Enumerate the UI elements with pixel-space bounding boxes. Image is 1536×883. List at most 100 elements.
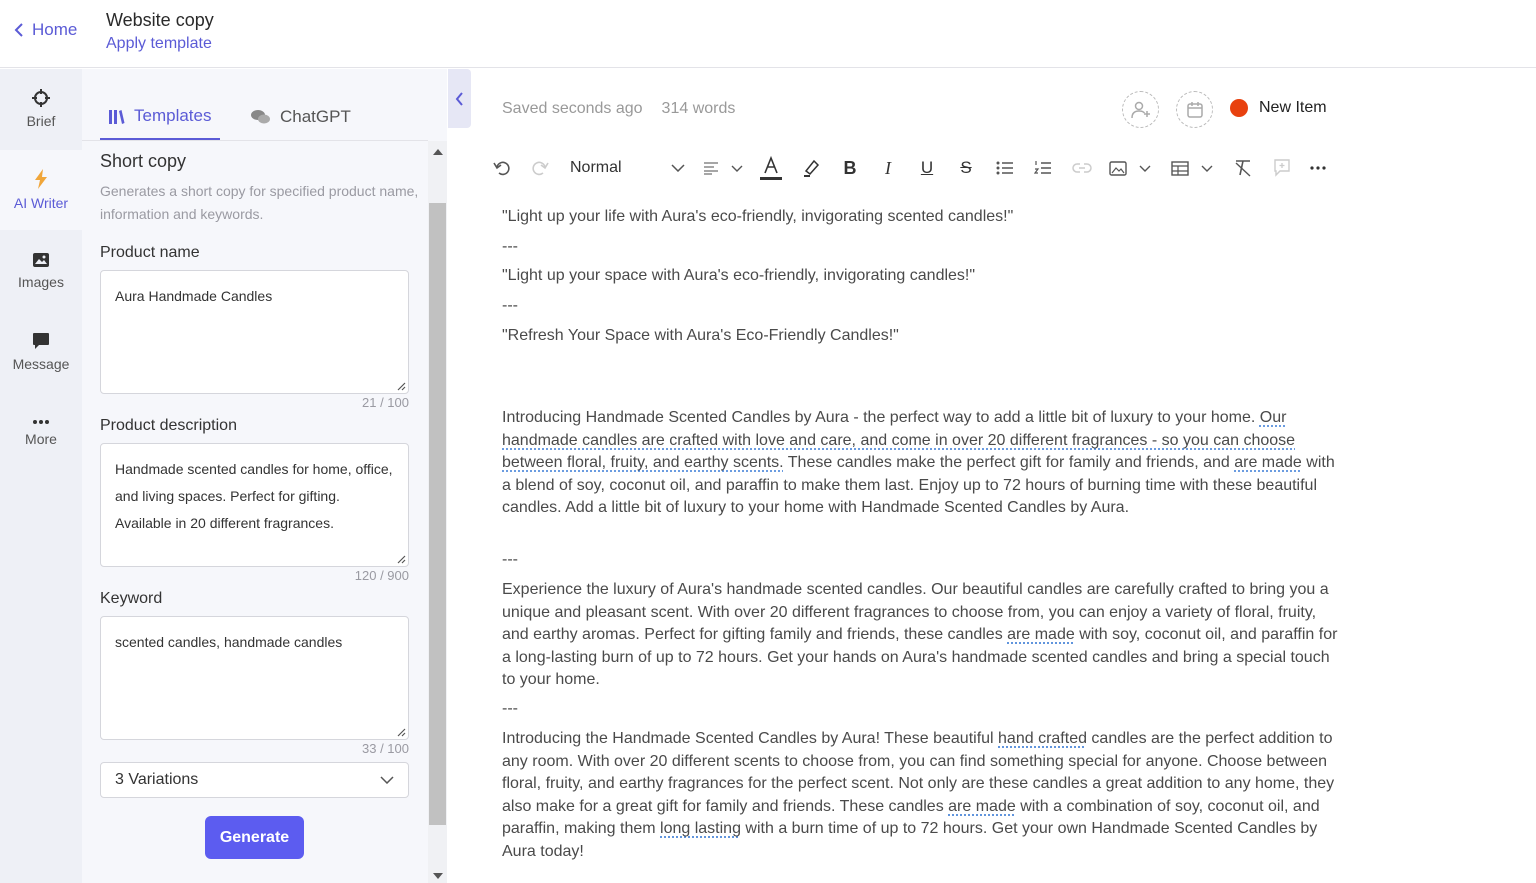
- rail-label: Images: [18, 274, 64, 290]
- keyword-label: Keyword: [100, 590, 163, 607]
- editor: Saved seconds ago 314 words New Item Nor…: [471, 69, 1536, 883]
- scroll-down-icon[interactable]: [433, 873, 443, 879]
- separator: ---: [502, 238, 518, 255]
- ellipsis-icon: [33, 420, 49, 424]
- resize-handle-icon[interactable]: [396, 381, 406, 391]
- font-color-icon: [760, 155, 782, 180]
- add-user-icon: [1130, 101, 1150, 118]
- image-icon: [1109, 160, 1127, 176]
- bold-icon: B: [843, 157, 857, 178]
- product-description-counter: 120 / 900: [354, 568, 409, 583]
- more-icon: [1310, 166, 1326, 170]
- chevron-left-icon: [455, 91, 463, 106]
- document-title: Website copy: [106, 10, 214, 30]
- table-icon: [1171, 160, 1189, 176]
- headline-2: "Light up your space with Aura's eco-fri…: [502, 267, 976, 284]
- home-label: Home: [32, 20, 78, 39]
- panel-scrollbar[interactable]: [428, 141, 447, 883]
- undo-button[interactable]: [491, 153, 513, 183]
- generate-button[interactable]: Generate: [205, 816, 304, 859]
- rail-label: AI Writer: [13, 195, 69, 211]
- word-count: 314 words: [661, 100, 736, 117]
- bullet-list-icon: [996, 161, 1013, 175]
- image-icon: [33, 253, 49, 267]
- italic-icon: I: [885, 157, 891, 178]
- variations-select[interactable]: 3 Variations: [100, 762, 409, 798]
- calendar-icon: [1186, 101, 1203, 118]
- insert-image-button[interactable]: [1109, 153, 1151, 183]
- underline-icon: U: [920, 158, 934, 177]
- highlight-button[interactable]: [799, 153, 823, 183]
- highlighter-icon: [804, 159, 820, 177]
- strikethrough-button[interactable]: S: [954, 153, 978, 183]
- scroll-up-icon[interactable]: [433, 149, 443, 155]
- product-name-label: Product name: [100, 244, 200, 261]
- variations-value: 3 Variations: [115, 771, 199, 788]
- keyword-counter: 33 / 100: [362, 741, 409, 756]
- tab-label: ChatGPT: [280, 107, 351, 126]
- chevron-down-icon: [380, 776, 394, 784]
- insert-table-button[interactable]: [1171, 153, 1213, 183]
- underline-button[interactable]: U: [915, 153, 939, 183]
- apply-template-link[interactable]: Apply template: [106, 35, 212, 53]
- chevron-down-icon: [671, 164, 685, 172]
- editor-toolbar: Normal B I U S: [491, 153, 1331, 183]
- link-icon: [1072, 163, 1092, 173]
- icon-rail: Brief AI Writer Images Message More: [0, 69, 82, 883]
- product-description-value: Handmade scented candles for home, offic…: [115, 461, 393, 531]
- chevron-left-icon: [14, 23, 23, 37]
- product-name-counter: 21 / 100: [362, 395, 409, 410]
- keyword-input[interactable]: scented candles, handmade candles: [100, 616, 409, 740]
- undo-icon: [493, 161, 510, 176]
- link-button[interactable]: [1070, 153, 1094, 183]
- collapse-panel-button[interactable]: [448, 69, 471, 128]
- tab-chatgpt[interactable]: ChatGPT: [250, 102, 351, 140]
- template-title: Short copy: [100, 151, 187, 171]
- product-description-input[interactable]: Handmade scented candles for home, offic…: [100, 443, 409, 567]
- template-description: Generates a short copy for specified pro…: [100, 183, 419, 222]
- paragraph-3: Introducing the Handmade Scented Candles…: [502, 730, 1335, 860]
- bullet-list-button[interactable]: [993, 153, 1017, 183]
- numbered-list-button[interactable]: [1031, 153, 1055, 183]
- align-icon: [704, 162, 718, 175]
- add-collaborator-button[interactable]: [1122, 91, 1159, 128]
- editor-meta: Saved seconds ago 314 words: [502, 100, 735, 118]
- crosshair-icon: [32, 89, 50, 107]
- rail-item-more[interactable]: More: [0, 393, 82, 473]
- bold-button[interactable]: B: [838, 153, 862, 183]
- rail-item-ai-writer[interactable]: AI Writer: [0, 150, 82, 230]
- redo-button[interactable]: [529, 153, 551, 183]
- resize-handle-icon[interactable]: [396, 554, 406, 564]
- rail-item-message[interactable]: Message: [0, 312, 82, 392]
- status-label: New Item: [1259, 99, 1327, 116]
- status-new-item[interactable]: New Item: [1230, 99, 1327, 117]
- resize-handle-icon[interactable]: [396, 727, 406, 737]
- separator: ---: [502, 700, 518, 717]
- numbered-list-icon: [1034, 161, 1051, 174]
- comment-button[interactable]: [1270, 153, 1294, 183]
- keyword-value: scented candles, handmade candles: [115, 634, 343, 650]
- top-bar: Home Website copy Apply template: [0, 0, 1536, 68]
- italic-button[interactable]: I: [876, 153, 900, 183]
- product-name-input[interactable]: Aura Handmade Candles: [100, 270, 409, 394]
- rail-item-images[interactable]: Images: [0, 231, 82, 311]
- rail-item-brief[interactable]: Brief: [0, 69, 82, 149]
- template-panel: Templates ChatGPT Short copy Generates a…: [82, 69, 447, 883]
- status-dot: [1230, 99, 1248, 117]
- books-icon: [109, 109, 125, 124]
- chevron-down-icon: [1201, 165, 1213, 172]
- font-color-button[interactable]: [759, 153, 783, 183]
- text-style-select[interactable]: Normal: [570, 153, 685, 183]
- scroll-thumb[interactable]: [429, 203, 446, 825]
- tab-label: Templates: [134, 106, 212, 125]
- schedule-button[interactable]: [1176, 91, 1213, 128]
- text-style-value: Normal: [570, 159, 622, 176]
- home-link[interactable]: Home: [14, 20, 77, 40]
- clear-format-button[interactable]: [1231, 153, 1255, 183]
- tab-templates[interactable]: Templates: [100, 102, 221, 140]
- more-options-button[interactable]: [1306, 153, 1330, 183]
- rail-label: Message: [12, 356, 70, 372]
- align-select[interactable]: [703, 153, 743, 183]
- separator: ---: [502, 551, 518, 568]
- panel-tabs: Templates ChatGPT: [82, 69, 428, 141]
